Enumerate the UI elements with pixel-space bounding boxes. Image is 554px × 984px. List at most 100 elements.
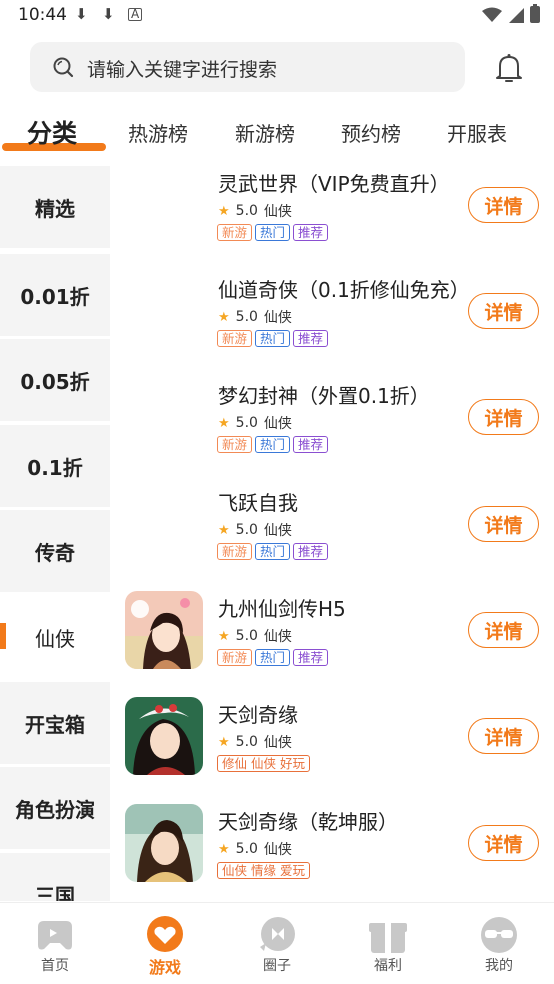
category-item[interactable]: 精选	[0, 166, 110, 248]
game-row[interactable]: 灵武世界（VIP免费直升） ★ 5.0 仙侠 新游 热门 推荐 详情	[112, 160, 554, 266]
tag: 热门	[255, 649, 291, 666]
status-indicators	[482, 4, 540, 23]
detail-button[interactable]: 详情	[468, 825, 539, 861]
game-genre: 仙侠	[263, 523, 292, 539]
category-label: 开宝箱	[25, 712, 85, 737]
game-row[interactable]: 九州仙剑传H5 ★ 5.0 仙侠 新游 热门 推荐 详情	[112, 585, 554, 691]
bubble-icon	[260, 917, 295, 951]
nav-benefits[interactable]: 福利	[333, 903, 443, 984]
search-bar[interactable]: 请输入关键字进行搜索	[30, 42, 465, 92]
game-tags: 新游 热门 推荐	[217, 436, 329, 453]
tag: 推荐	[293, 543, 329, 560]
game-thumbnail-art	[125, 591, 203, 669]
category-item[interactable]: 传奇	[0, 510, 110, 592]
search-icon	[53, 57, 74, 78]
tab-new-games[interactable]: 新游榜	[235, 118, 295, 147]
nav-profile[interactable]: 我的	[444, 903, 554, 984]
game-title: 梦幻封神（外置0.1折）	[218, 384, 430, 408]
game-rating: ★ 5.0 仙侠	[218, 201, 292, 221]
star-icon: ★	[218, 628, 230, 644]
tag: 热门	[255, 543, 291, 560]
game-rating: ★ 5.0 仙侠	[218, 307, 292, 327]
category-label: 0.01折	[20, 284, 90, 309]
game-tags: 新游 热门 推荐	[217, 224, 329, 241]
game-row[interactable]: 天剑奇缘（乾坤服） ★ 5.0 仙侠 仙侠 情缘 爱玩 详情	[112, 798, 554, 902]
star-icon: ★	[218, 522, 230, 538]
category-label: 传奇	[35, 540, 75, 565]
signal-icon	[509, 7, 524, 23]
tab-hot-games[interactable]: 热游榜	[128, 118, 188, 147]
notification-app-icon: A	[128, 8, 143, 21]
nav-label: 福利	[374, 958, 402, 974]
game-tags: 新游 热门 推荐	[217, 330, 329, 347]
game-thumbnail	[125, 697, 203, 775]
category-item-active[interactable]: 仙侠	[0, 596, 110, 678]
game-genre: 仙侠	[263, 735, 292, 751]
nav-home[interactable]: 首页	[0, 903, 110, 984]
category-label: 精选	[35, 196, 75, 221]
rating-value: 5.0	[235, 203, 258, 219]
category-item[interactable]: 三国	[0, 853, 110, 901]
heart-chat-icon	[147, 916, 183, 952]
star-icon: ★	[218, 309, 230, 325]
category-item[interactable]: 角色扮演	[0, 767, 110, 849]
game-rating: ★ 5.0 仙侠	[218, 626, 292, 646]
nav-label: 圈子	[263, 958, 291, 974]
game-row[interactable]: 仙道奇侠（0.1折修仙免充） ★ 5.0 仙侠 新游 热门 推荐 详情	[112, 266, 554, 372]
category-label: 角色扮演	[15, 797, 95, 822]
category-label: 0.05折	[20, 369, 90, 394]
game-title: 天剑奇缘（乾坤服）	[218, 810, 398, 834]
active-category-indicator	[0, 623, 6, 649]
tag: 仙侠 情缘 爱玩	[217, 862, 310, 879]
game-genre: 仙侠	[263, 204, 292, 220]
detail-button[interactable]: 详情	[468, 506, 539, 542]
game-row[interactable]: 飞跃自我 ★ 5.0 仙侠 新游 热门 推荐 详情	[112, 479, 554, 585]
rating-value: 5.0	[235, 628, 258, 644]
category-item[interactable]: 0.05折	[0, 339, 110, 421]
game-genre: 仙侠	[263, 629, 292, 645]
category-item[interactable]: 0.1折	[0, 425, 110, 507]
game-tags: 新游 热门 推荐	[217, 543, 329, 560]
bell-icon[interactable]	[494, 52, 524, 84]
game-list: 灵武世界（VIP免费直升） ★ 5.0 仙侠 新游 热门 推荐 详情 仙道奇侠（…	[112, 160, 554, 902]
detail-button[interactable]: 详情	[468, 718, 539, 754]
tab-categories[interactable]: 分类	[27, 114, 77, 150]
tag: 新游	[217, 436, 253, 453]
detail-button[interactable]: 详情	[468, 187, 539, 223]
rating-value: 5.0	[235, 841, 258, 857]
tab-reservations[interactable]: 预约榜	[341, 118, 401, 147]
tag: 新游	[217, 330, 253, 347]
detail-button[interactable]: 详情	[468, 612, 539, 648]
game-tags: 修仙 仙侠 好玩	[217, 755, 310, 772]
rating-value: 5.0	[235, 415, 258, 431]
detail-button[interactable]: 详情	[468, 293, 539, 329]
category-item[interactable]: 0.01折	[0, 254, 110, 336]
tag: 推荐	[293, 649, 329, 666]
tag: 热门	[255, 436, 291, 453]
game-row[interactable]: 梦幻封神（外置0.1折） ★ 5.0 仙侠 新游 热门 推荐 详情	[112, 372, 554, 478]
tag: 新游	[217, 224, 253, 241]
star-icon: ★	[218, 841, 230, 857]
tag: 推荐	[293, 330, 329, 347]
tag: 新游	[217, 543, 253, 560]
tag: 热门	[255, 330, 291, 347]
face-icon	[481, 917, 517, 953]
game-title: 九州仙剑传H5	[218, 597, 346, 621]
nav-community[interactable]: 圈子	[222, 903, 332, 984]
tab-server-schedule[interactable]: 开服表	[447, 118, 507, 147]
game-title: 飞跃自我	[218, 491, 298, 515]
category-sidebar: 精选 0.01折 0.05折 0.1折 传奇 仙侠 开宝箱 角色扮演 三国	[0, 166, 112, 901]
game-genre: 仙侠	[263, 310, 292, 326]
tag: 推荐	[293, 436, 329, 453]
tag: 修仙 仙侠 好玩	[217, 755, 310, 772]
nav-games[interactable]: 游戏	[110, 903, 220, 984]
tag: 热门	[255, 224, 291, 241]
nav-label: 游戏	[148, 958, 181, 977]
category-item[interactable]: 开宝箱	[0, 682, 110, 764]
game-title: 灵武世界（VIP免费直升）	[218, 172, 450, 196]
download-icon: ⬇	[102, 5, 115, 23]
detail-button[interactable]: 详情	[468, 399, 539, 435]
tab-bar: 分类 热游榜 新游榜 预约榜 开服表	[0, 108, 554, 158]
game-row[interactable]: 天剑奇缘 ★ 5.0 仙侠 修仙 仙侠 好玩 详情	[112, 691, 554, 797]
game-title: 天剑奇缘	[218, 703, 298, 727]
